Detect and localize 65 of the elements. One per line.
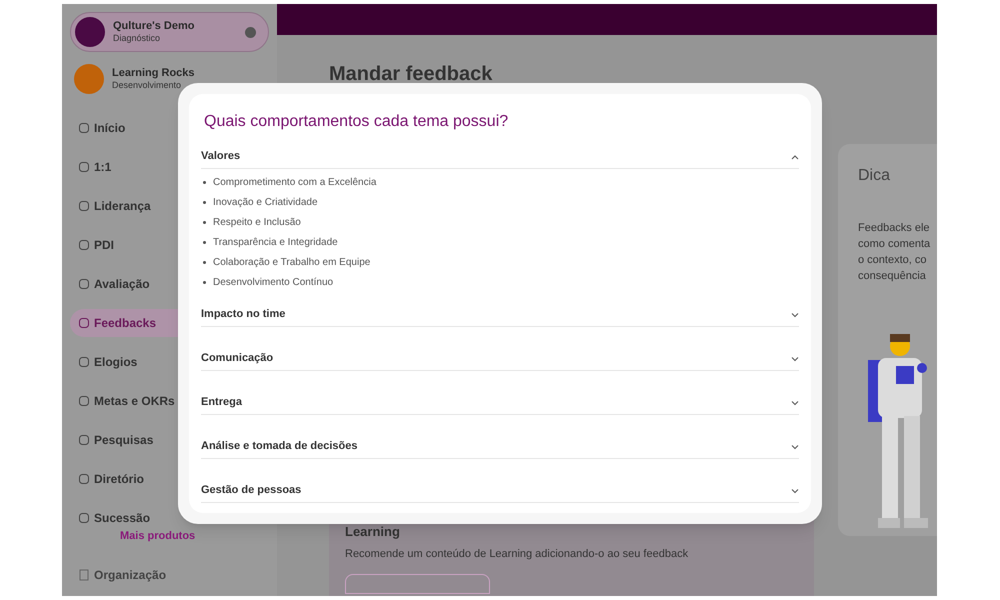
accordion-header[interactable]: Comunicação [201, 347, 799, 371]
nav-icon [78, 122, 90, 134]
sidebar-item[interactable]: Pesquisas [94, 431, 154, 449]
sidebar-item[interactable]: Metas e OKRs [94, 392, 175, 410]
behavior-item: Comprometimento com a Excelência [213, 176, 376, 190]
nav-icon [78, 395, 90, 407]
sidebar-item[interactable]: Diretório [94, 470, 144, 488]
sidebar-item[interactable]: Organização [94, 566, 166, 584]
chevron-down-icon [791, 356, 799, 362]
accordion-header[interactable]: Análise e tomada de decisões [201, 435, 799, 459]
behavior-item: Transparência e Integridade [213, 236, 338, 250]
sidebar-item[interactable]: Início [94, 119, 126, 137]
chevron-down-icon [791, 488, 799, 494]
workspace-switcher[interactable]: Learning Rocks Desenvolvimento [70, 60, 269, 98]
tip-text: Feedbacks ele [858, 221, 931, 236]
chevron-up-icon [791, 154, 799, 160]
more-products-link[interactable]: Mais produtos [120, 528, 269, 544]
accordion-header[interactable]: Valores [201, 145, 799, 169]
nav-icon [78, 512, 90, 524]
workspace-subtitle: Desenvolvimento [112, 80, 182, 92]
nav-icon [78, 356, 90, 368]
tip-title: Dica [858, 166, 892, 186]
nav-icon [78, 434, 90, 446]
nav-icon [78, 278, 90, 290]
page-title: Mandar feedback [329, 62, 494, 87]
accordion-header[interactable]: Impacto no time [201, 303, 799, 327]
bullet-icon [203, 220, 206, 224]
tip-text: como comenta [858, 237, 932, 252]
sidebar-item[interactable]: Liderança [94, 197, 151, 215]
bullet-icon [203, 280, 206, 284]
accordion-header[interactable]: Entrega [201, 391, 799, 415]
workspace-name: Qulture's Demo [113, 20, 196, 34]
tip-text: consequência [858, 269, 927, 284]
sidebar-item[interactable]: 1:1 [94, 158, 112, 176]
accordion-header[interactable]: Gestão de pessoas [201, 479, 799, 503]
chevron-down-icon [791, 400, 799, 406]
behavior-item: Inovação e Criatividade [213, 196, 318, 210]
building-icon [78, 569, 90, 581]
nav-icon [78, 161, 90, 173]
bullet-icon [203, 240, 206, 244]
bullet-icon [203, 180, 206, 184]
sidebar-item[interactable]: Avaliação [94, 275, 150, 293]
modal-title: Quais comportamentos cada tema possui? [203, 112, 510, 132]
workspace-name: Learning Rocks [112, 66, 196, 80]
workspace-switcher[interactable]: Qulture's Demo Diagnóstico [70, 12, 269, 52]
chevron-down-icon [791, 444, 799, 450]
behavior-item: Respeito e Inclusão [213, 216, 301, 230]
sidebar-item[interactable]: Feedbacks [94, 314, 156, 332]
bullet-icon [203, 260, 206, 264]
workspace-subtitle: Diagnóstico [113, 33, 162, 44]
tip-text: o contexto, co [858, 253, 928, 268]
chevron-down-icon [791, 312, 799, 318]
behavior-item: Desenvolvimento Contínuo [213, 276, 334, 290]
nav-icon [78, 317, 90, 329]
nav-icon [78, 239, 90, 251]
behavior-item: Colaboração e Trabalho em Equipe [213, 256, 370, 270]
nav-icon [78, 473, 90, 485]
sidebar-item[interactable]: Elogios [94, 353, 138, 371]
sidebar-item[interactable]: PDI [94, 236, 114, 254]
nav-icon [78, 200, 90, 212]
sidebar-item[interactable]: Sucessão [94, 509, 150, 527]
learning-text: Recomende um conteúdo de Learning adicionando-o ao seu feedback [345, 546, 690, 562]
learning-button[interactable] [345, 574, 490, 594]
bullet-icon [203, 200, 206, 204]
learning-title: Learning [345, 523, 401, 541]
